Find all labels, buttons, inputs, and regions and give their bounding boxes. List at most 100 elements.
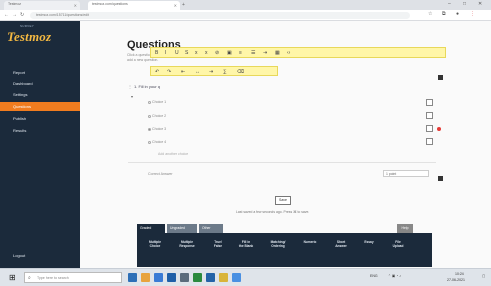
close-tab-icon[interactable]: ✕: [174, 3, 177, 8]
chrome-icon[interactable]: [219, 273, 228, 282]
list-icon[interactable]: ≡: [239, 50, 242, 56]
answer-option[interactable]: Choice 2: [148, 114, 166, 118]
delete-option-icon[interactable]: [437, 127, 441, 131]
radio-icon[interactable]: [148, 100, 151, 104]
windows-start-icon[interactable]: ⊞: [9, 273, 16, 282]
sidebar-item-dashboard[interactable]: Dashboard: [0, 79, 80, 88]
maximize-button[interactable]: □: [463, 1, 466, 7]
editor-toolbar-secondary: ↶ ↷ ⇤ ↔ ⇥ ∑ ⌫: [150, 66, 278, 76]
reload-icon[interactable]: ↻: [20, 12, 24, 18]
clock-date[interactable]: 27-06-2021: [447, 278, 465, 282]
new-tab-button[interactable]: +: [182, 2, 185, 8]
strike-icon[interactable]: S: [185, 50, 188, 56]
clock-time[interactable]: 10:24: [455, 272, 464, 276]
qtype-multiple-choice[interactable]: Multiple Choice: [142, 240, 168, 249]
notification-icon[interactable]: ▢: [482, 274, 485, 278]
edge-icon[interactable]: [154, 273, 163, 282]
tab-graded[interactable]: Graded: [137, 224, 165, 233]
sidebar-item-questions[interactable]: Questions: [0, 102, 80, 111]
add-choice-link[interactable]: Add another choice: [158, 152, 188, 156]
os-taskbar: ⊞ ⌕ Type here to search ENG ⌃ ▣ ◔ ♪ 10:2…: [0, 268, 491, 286]
logout-link[interactable]: Logout: [13, 253, 25, 258]
tab-ungraded[interactable]: Ungraded: [167, 224, 197, 233]
correct-checkbox[interactable]: [426, 125, 433, 132]
url-field[interactable]: testmoz.com/15711/questions/edit: [30, 12, 410, 19]
close-tab-icon[interactable]: ✕: [74, 3, 77, 8]
divider: [128, 162, 436, 163]
question-text[interactable]: 1. Fill in your q: [134, 84, 160, 89]
minimize-button[interactable]: –: [448, 1, 451, 7]
extension-icon[interactable]: ⧉: [442, 11, 446, 17]
qtype-matching[interactable]: Matching/Ordering: [265, 240, 291, 249]
eraser-icon[interactable]: ⌫: [237, 69, 244, 75]
table-icon[interactable]: ▦: [275, 50, 280, 56]
answer-option[interactable]: Choice 1: [148, 100, 166, 104]
back-icon[interactable]: ←: [4, 12, 9, 18]
file-explorer-icon[interactable]: [141, 273, 150, 282]
testmoz-logo[interactable]: Testmoz: [7, 29, 51, 45]
qtype-fill-blank[interactable]: Fill in the Blank: [233, 240, 259, 249]
sidebar-item-results[interactable]: Results: [0, 126, 80, 135]
sub-icon[interactable]: x: [195, 50, 198, 56]
radio-icon[interactable]: [148, 114, 151, 118]
forward-icon[interactable]: →: [12, 12, 17, 18]
answer-option[interactable]: Choice 4: [148, 140, 166, 144]
indent-icon[interactable]: ⇥: [263, 50, 267, 56]
save-button[interactable]: Save: [275, 196, 291, 205]
bold-icon[interactable]: B: [155, 50, 158, 56]
taskbar-search[interactable]: ⌕ Type here to search: [24, 272, 122, 283]
qtype-true-false[interactable]: True/False: [205, 240, 231, 249]
editor-toolbar-primary: B I U S x x ⊘ ▣ ≡ ☰ ⇥ ▦ ‹›: [150, 47, 446, 58]
redo-icon[interactable]: ↷: [167, 69, 171, 75]
underline-icon[interactable]: U: [175, 50, 179, 56]
qtype-numeric[interactable]: Numeric: [297, 240, 323, 244]
radio-icon[interactable]: [148, 140, 151, 144]
drag-handle-icon[interactable]: ⋮: [128, 84, 132, 89]
image-icon[interactable]: ▣: [227, 50, 232, 56]
qtype-multiple-response[interactable]: Multiple Response: [174, 240, 200, 249]
help-button[interactable]: Help: [397, 224, 413, 233]
align-center-icon[interactable]: ↔: [195, 69, 200, 75]
close-window-button[interactable]: ✕: [478, 1, 482, 7]
list-ol-icon[interactable]: ☰: [251, 50, 255, 56]
menu-icon[interactable]: ⋮: [470, 11, 475, 17]
italic-icon[interactable]: I: [165, 50, 166, 56]
answer-option[interactable]: Choice 3: [148, 127, 166, 131]
mail-icon[interactable]: [180, 273, 189, 282]
sidebar-item-settings[interactable]: Settings: [0, 90, 80, 99]
link-icon[interactable]: ⊘: [215, 50, 219, 56]
profile-icon[interactable]: ●: [456, 11, 459, 17]
task-view-icon[interactable]: [128, 273, 137, 282]
app-icon[interactable]: [193, 273, 202, 282]
browser-tab[interactable]: Testmoz ✕: [4, 1, 80, 10]
qtype-essay[interactable]: Essay: [356, 240, 382, 244]
sidebar-item-publish[interactable]: Publish: [0, 114, 80, 123]
undo-icon[interactable]: ↶: [155, 69, 159, 75]
browser-tab-active[interactable]: testmoz.com/questions ✕: [88, 1, 180, 10]
tray-icons[interactable]: ⌃ ▣ ◔ ♪: [388, 274, 401, 278]
tray-language[interactable]: ENG: [370, 274, 378, 278]
tab-other[interactable]: Other: [199, 224, 223, 233]
align-right-icon[interactable]: ⇥: [209, 69, 213, 75]
word-icon[interactable]: [206, 273, 215, 282]
qtype-short-answer[interactable]: Short Answer: [328, 240, 354, 249]
settings-app-icon[interactable]: [232, 273, 241, 282]
points-select[interactable]: 1 point: [383, 170, 429, 177]
settings-icon[interactable]: [438, 75, 443, 80]
sidebar-item-report[interactable]: Report: [0, 68, 80, 77]
sup-icon[interactable]: x: [205, 50, 208, 56]
formula-icon[interactable]: ∑: [223, 69, 227, 75]
star-icon[interactable]: ☆: [428, 11, 432, 17]
save-status: Last saved a few seconds ago. Press ⌘ to…: [236, 210, 310, 214]
collapse-icon[interactable]: ▾: [131, 94, 133, 99]
code-icon[interactable]: ‹›: [287, 50, 290, 56]
align-left-icon[interactable]: ⇤: [181, 69, 185, 75]
browser-tab-bar: Testmoz ✕ testmoz.com/questions ✕ + – □ …: [0, 0, 491, 10]
correct-checkbox[interactable]: [426, 138, 433, 145]
settings-icon[interactable]: [438, 176, 443, 181]
qtype-file-upload[interactable]: File Upload: [385, 240, 411, 249]
radio-icon[interactable]: [148, 127, 151, 131]
correct-checkbox[interactable]: [426, 99, 433, 106]
correct-checkbox[interactable]: [426, 112, 433, 119]
store-icon[interactable]: [167, 273, 176, 282]
